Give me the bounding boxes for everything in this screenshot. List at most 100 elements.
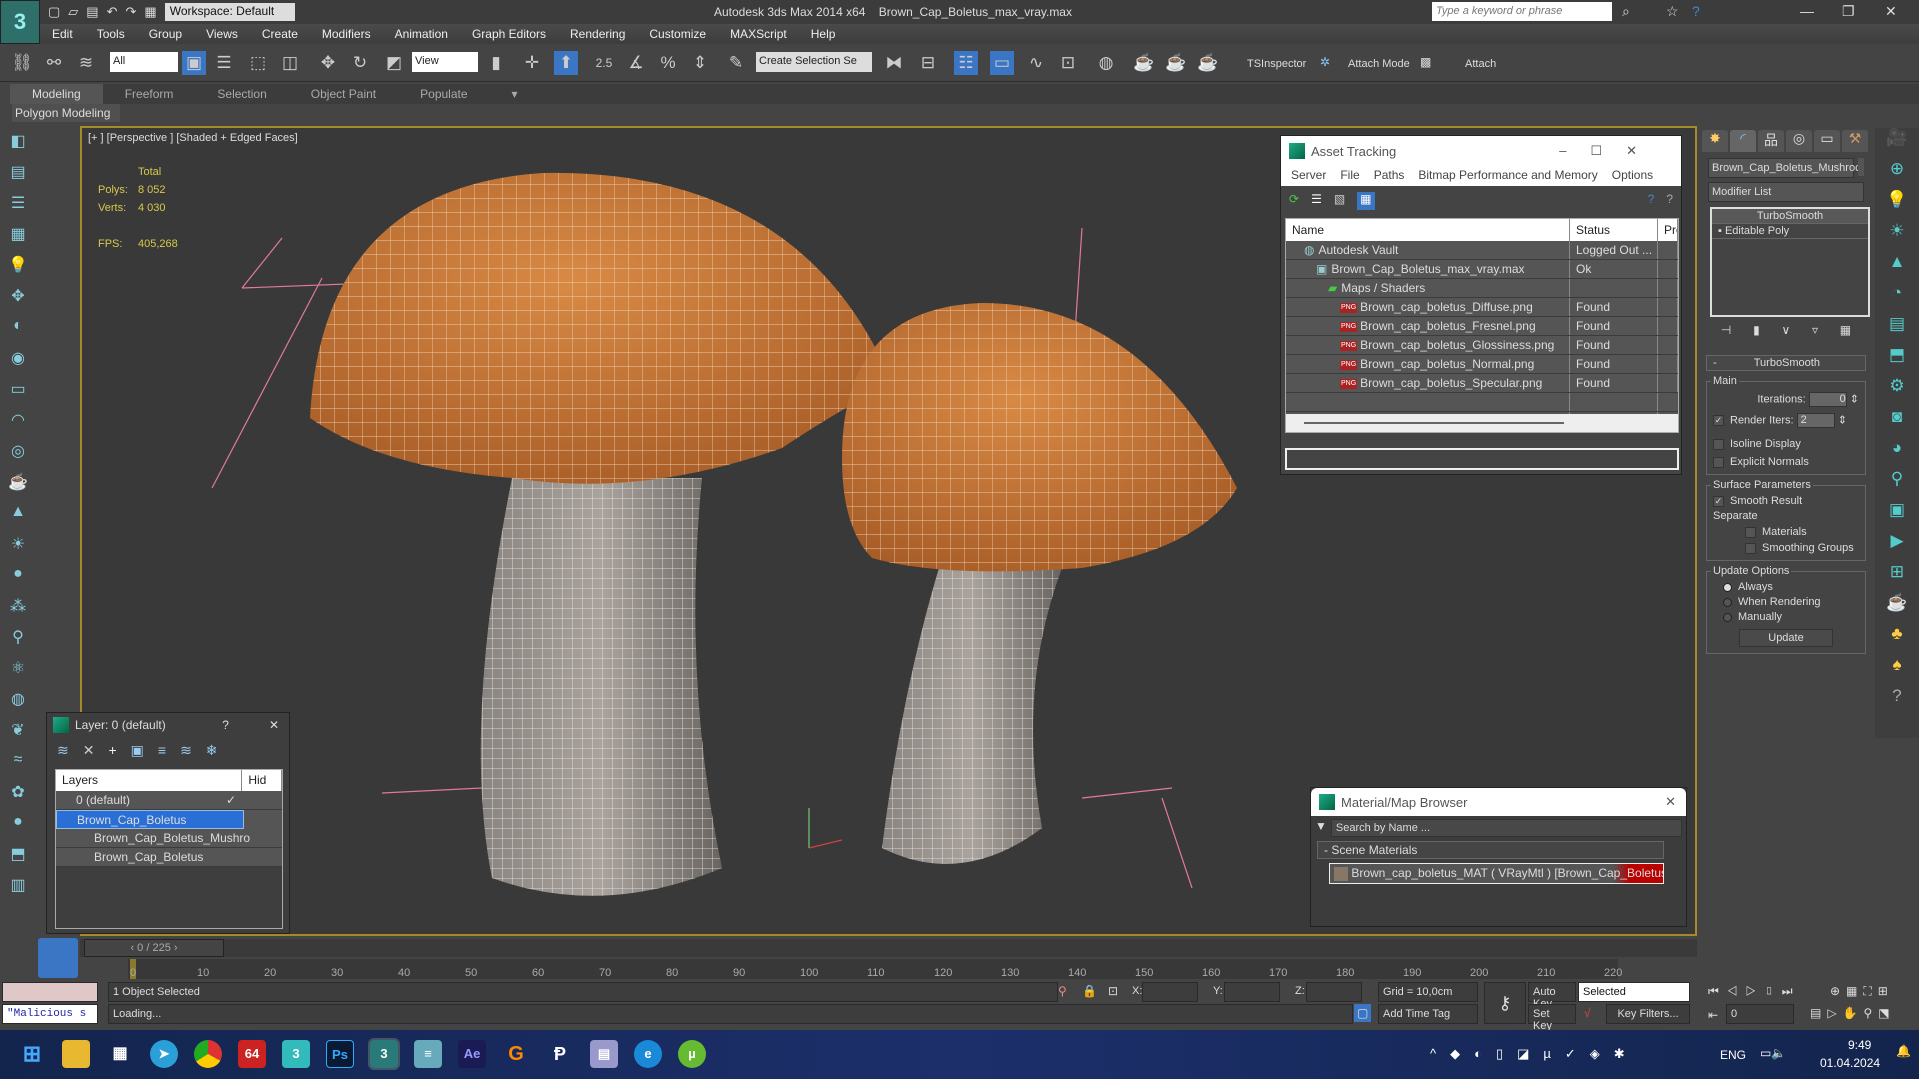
mini-listener-toggle[interactable]: [38, 938, 78, 978]
binoculars-icon[interactable]: ⌕: [1622, 3, 1630, 20]
select-by-name-icon[interactable]: ☰: [212, 51, 236, 75]
edge-icon[interactable]: e: [634, 1040, 662, 1068]
update-button[interactable]: Update: [1739, 629, 1833, 647]
set-key-button[interactable]: Set Key: [1528, 1004, 1576, 1032]
pivot-center-icon[interactable]: ▮: [484, 51, 508, 75]
add-time-tag-button[interactable]: Add Time Tag: [1378, 1004, 1478, 1024]
menu-animation[interactable]: Animation: [383, 24, 460, 44]
grid-icon[interactable]: ▦: [6, 224, 30, 248]
asset-row[interactable]: PNG Brown_cap_boletus_Specular.png Found: [1286, 374, 1678, 393]
open-file-icon[interactable]: ▱: [68, 4, 78, 20]
named-selection-dropdown[interactable]: Create Selection Se: [756, 52, 872, 72]
reference-coordinate-dropdown[interactable]: View: [412, 52, 478, 72]
add-to-layer-icon[interactable]: +: [108, 742, 116, 760]
frame-icon[interactable]: ▣: [1875, 500, 1919, 526]
asset-row[interactable]: PNG Brown_cap_boletus_Fresnel.png Found: [1286, 317, 1678, 336]
redo-icon[interactable]: ↷: [126, 4, 137, 20]
asset-path-field[interactable]: [1285, 448, 1679, 470]
render-sphere-icon[interactable]: ●: [6, 813, 30, 837]
select-object-icon[interactable]: ▣: [182, 51, 206, 75]
layer-row[interactable]: 0 (default) ✓: [56, 791, 282, 810]
lock-selection-icon[interactable]: 🔒: [1082, 984, 1097, 998]
sphere-tool-icon[interactable]: ◐: [6, 317, 30, 341]
explicit-normals-checkbox[interactable]: [1713, 456, 1724, 468]
add-camera-icon[interactable]: ⊕: [1875, 159, 1919, 185]
hierarchy-tab-icon[interactable]: 品: [1758, 130, 1784, 152]
menu-options[interactable]: Options: [1612, 168, 1653, 184]
teapot-icon[interactable]: ☕: [6, 472, 30, 496]
windows-start-icon[interactable]: ⊞: [18, 1040, 46, 1068]
export-icon[interactable]: ⬒: [6, 844, 30, 868]
key-mode-dropdown[interactable]: Selected: [1578, 982, 1690, 1002]
mirror-icon[interactable]: ⧓: [882, 51, 906, 75]
selection-filter-dropdown[interactable]: All: [110, 52, 178, 72]
manually-radio[interactable]: [1723, 612, 1732, 622]
workspace-dropdown[interactable]: Workspace: Default: [164, 3, 295, 21]
material-icon[interactable]: ◙: [1875, 407, 1919, 433]
tsinspector-button[interactable]: TSInspector: [1247, 58, 1306, 70]
table-view-icon[interactable]: ▦: [1357, 192, 1375, 210]
list-view-icon[interactable]: ☰: [1311, 192, 1322, 210]
menu-views[interactable]: Views: [194, 24, 250, 44]
col-layers[interactable]: Layers: [56, 770, 243, 791]
play-render-icon[interactable]: ▶: [1875, 531, 1919, 557]
menu-group[interactable]: Group: [137, 24, 194, 44]
cloth-icon[interactable]: ✿: [6, 782, 30, 806]
close-icon[interactable]: ✕: [269, 718, 279, 732]
turbosmooth-rollout-header[interactable]: - TurboSmooth: [1706, 355, 1866, 371]
new-file-icon[interactable]: ▢: [48, 4, 60, 20]
isoline-display-checkbox[interactable]: [1713, 438, 1724, 450]
auto-key-button[interactable]: Auto Key: [1528, 982, 1576, 1010]
select-manipulate-icon[interactable]: ✛: [520, 51, 544, 75]
motion-tab-icon[interactable]: ◎: [1786, 130, 1812, 152]
y-coordinate-field[interactable]: [1224, 982, 1280, 1002]
scene-explorer-icon[interactable]: ☷: [954, 51, 978, 75]
ribbon-options-icon[interactable]: ▾: [490, 84, 540, 104]
object-row[interactable]: Brown_Cap_Boletus: [56, 848, 282, 867]
search-by-name-input[interactable]: Search by Name ...: [1330, 819, 1682, 837]
help-circle-icon[interactable]: ?: [1875, 686, 1919, 712]
percent-snap-icon[interactable]: %: [656, 51, 680, 75]
shader-icon[interactable]: ◔: [1875, 283, 1919, 309]
time-slider[interactable]: ‹ 0 / 225 ›: [84, 939, 224, 957]
help-search-input[interactable]: Type a keyword or phrase: [1432, 2, 1612, 21]
render-setup-icon[interactable]: ☕: [1132, 51, 1156, 75]
server-icon[interactable]: ▥: [6, 875, 30, 899]
playback-controls[interactable]: ⏮◁▷▯⏭: [1708, 984, 1801, 999]
pin-stack-icon[interactable]: ⊣: [1721, 323, 1731, 337]
set-key-mode-icon[interactable]: ⚷: [1484, 982, 1526, 1024]
absolute-mode-icon[interactable]: ⊡: [1108, 984, 1118, 998]
make-unique-icon[interactable]: ∨: [1781, 323, 1790, 337]
utilities-tab-icon[interactable]: ⚒: [1842, 130, 1868, 152]
render-iters-checkbox[interactable]: ✓: [1713, 415, 1724, 426]
options-menu-icon[interactable]: ▼: [1315, 819, 1327, 837]
col-hide[interactable]: Hid: [242, 770, 282, 791]
asset-row[interactable]: PNG Brown_cap_boletus_Glossiness.png Found: [1286, 336, 1678, 355]
show-end-result-icon[interactable]: ▮: [1753, 323, 1760, 337]
window-controls[interactable]: –☐✕: [1559, 143, 1661, 159]
render-iters-spinner[interactable]: 2: [1796, 413, 1835, 428]
sun-icon[interactable]: ☀: [6, 534, 30, 558]
tree-view-icon[interactable]: ▧: [1334, 192, 1345, 210]
menu-server[interactable]: Server: [1291, 168, 1326, 184]
move-tool-icon[interactable]: ✥: [6, 286, 30, 310]
restore-icon[interactable]: ❐: [1842, 3, 1855, 20]
horizontal-scrollbar[interactable]: [1286, 414, 1678, 432]
dome-icon[interactable]: ◠: [6, 410, 30, 434]
plant-icon[interactable]: ❦: [6, 720, 30, 744]
asset-row[interactable]: ◍ Autodesk Vault Logged Out ...: [1286, 241, 1678, 260]
highlight-layer-icon[interactable]: ≋: [180, 742, 192, 760]
menu-modifiers[interactable]: Modifiers: [310, 24, 383, 44]
key-mode-toggle-icon[interactable]: ⇤: [1708, 1008, 1718, 1022]
material-editor-icon[interactable]: ◍: [1094, 51, 1118, 75]
current-frame-field[interactable]: 0: [1726, 1004, 1794, 1024]
atom-icon[interactable]: ⚛: [6, 658, 30, 682]
cone-icon[interactable]: ▲: [6, 503, 30, 527]
move-icon[interactable]: ✥: [316, 51, 340, 75]
tree-box-icon[interactable]: ⬒: [1875, 345, 1919, 371]
refresh-icon[interactable]: ⟳: [1289, 192, 1299, 210]
gimp-icon[interactable]: G: [502, 1040, 530, 1068]
new-layer-icon[interactable]: ≋: [57, 742, 69, 760]
scatter-icon[interactable]: ♠: [1875, 655, 1919, 681]
3dsmax-2023-icon[interactable]: 3: [282, 1040, 310, 1068]
